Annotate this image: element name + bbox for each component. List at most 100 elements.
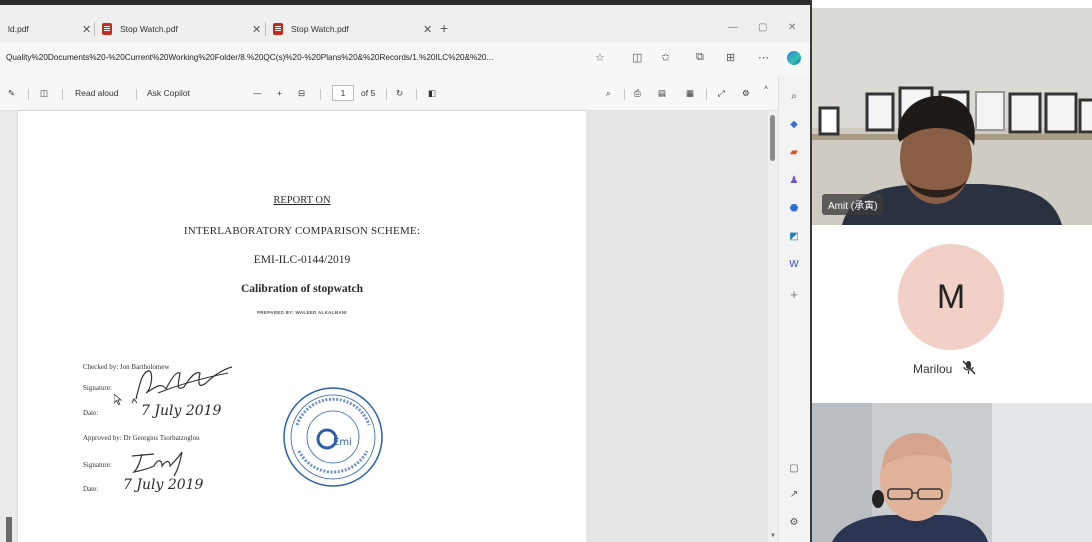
favorite-star-icon[interactable]: ☆ xyxy=(595,51,605,64)
page-number-input[interactable]: 1 xyxy=(332,85,354,101)
scrollbar-thumb[interactable] xyxy=(770,115,775,161)
fit-page-icon[interactable]: ⊟ xyxy=(298,88,305,99)
pdf-page: REPORT ON INTERLABORATORY COMPARISON SCH… xyxy=(18,111,586,542)
date-label-1: Date: xyxy=(83,409,99,417)
search-icon[interactable]: ⌕ xyxy=(606,88,611,99)
vertical-scrollbar[interactable] xyxy=(768,111,778,542)
video-tile-participant-3[interactable] xyxy=(812,403,1092,542)
participant-video-3 xyxy=(812,403,1092,542)
print-icon[interactable]: ⎙ xyxy=(634,88,641,99)
collapse-toolbar-icon[interactable]: ˄ xyxy=(764,85,768,92)
address-bar: Quality%20Documents%20-%20Current%20Work… xyxy=(0,43,810,75)
new-tab-icon[interactable]: + xyxy=(440,20,448,36)
draw-icon[interactable]: ✎ xyxy=(8,88,15,99)
page-total: of 5 xyxy=(361,88,376,98)
restore-icon[interactable]: ▢ xyxy=(758,22,767,33)
toolbar-separator xyxy=(136,89,137,100)
date-label-2: Date: xyxy=(83,485,99,493)
signature-label-1: Signature: xyxy=(83,384,112,392)
video-tile-amit[interactable]: Amit (承寅) xyxy=(812,8,1092,225)
favorites-icon[interactable]: ✩ xyxy=(661,51,670,64)
doc-title: REPORT ON xyxy=(273,195,331,206)
edge-sidebar: ⌕ ◆ ▰ ♟ ⬣ ◩ W + ▢ ↗ ⚙ xyxy=(778,75,810,542)
handwritten-date-2: 7 July 2019 xyxy=(123,477,204,493)
zoom-out-button[interactable]: — xyxy=(253,88,262,98)
browser-window: ld.pdf ✕ Stop Watch.pdf ✕ Stop Watch.pdf… xyxy=(0,0,810,542)
scroll-down-arrow-icon[interactable]: ▼ xyxy=(770,533,776,539)
tab-label: Stop Watch.pdf xyxy=(120,24,178,34)
participant-name: Marilou xyxy=(913,362,953,376)
split-screen-icon[interactable]: ◫ xyxy=(632,51,642,64)
sidebar-settings-icon[interactable]: ⚙ xyxy=(787,515,801,529)
more-icon[interactable]: ⋯ xyxy=(758,51,769,64)
copilot-icon[interactable] xyxy=(787,51,801,65)
page-view-icon[interactable]: ◫ xyxy=(40,88,48,99)
save-as-icon[interactable]: ▦ xyxy=(686,88,694,99)
signature-label-2: Signature: xyxy=(83,461,112,469)
people-icon[interactable]: ♟ xyxy=(787,173,801,187)
mouse-cursor-icon xyxy=(114,394,122,405)
pdf-page-margin xyxy=(586,111,768,542)
sidebar-handle[interactable] xyxy=(6,517,12,542)
close-icon[interactable]: ✕ xyxy=(423,23,432,36)
pdf-icon xyxy=(102,23,112,35)
pdf-toolbar: ✎ ◫ Read aloud Ask Copilot — + ⊟ 1 of 5 … xyxy=(0,75,778,111)
zoom-in-button[interactable]: + xyxy=(277,88,282,98)
settings-gear-icon[interactable]: ⚙ xyxy=(742,88,750,99)
pdf-icon xyxy=(273,23,283,35)
games-icon[interactable]: W xyxy=(787,257,801,271)
ask-copilot-button[interactable]: Ask Copilot xyxy=(147,88,190,98)
bookmark-icon[interactable]: ◆ xyxy=(787,117,801,131)
close-icon[interactable]: ✕ xyxy=(252,23,261,36)
avatar: M xyxy=(898,244,1004,350)
doc-code: EMI-ILC-0144/2019 xyxy=(253,254,351,266)
institute-seal-icon: Emi xyxy=(283,387,383,487)
toolbar-separator xyxy=(386,89,387,100)
minimize-icon[interactable]: — xyxy=(728,22,738,33)
toolbar-separator xyxy=(320,89,321,100)
pdf-viewer: REPORT ON INTERLABORATORY COMPARISON SCH… xyxy=(0,111,778,542)
doc-scheme: INTERLABORATORY COMPARISON SCHEME: xyxy=(183,225,421,237)
tab-separator xyxy=(94,22,95,36)
outlook-icon[interactable]: ◩ xyxy=(787,229,801,243)
search-icon[interactable]: ⌕ xyxy=(787,89,801,103)
tab-2[interactable]: Stop Watch.pdf ✕ xyxy=(102,19,261,39)
participant-video-1 xyxy=(812,8,1092,225)
signature-drawing-2 xyxy=(131,451,183,477)
two-page-icon[interactable]: ◧ xyxy=(428,88,436,99)
close-window-icon[interactable]: ✕ xyxy=(788,22,796,33)
mic-muted-icon xyxy=(962,360,976,375)
approved-by-line: Approved by: Dr Georgios Tsorbatzoglou xyxy=(83,434,200,442)
read-aloud-button[interactable]: Read aloud xyxy=(75,88,118,98)
doc-prepared-by: PREPARED BY: WALEED ALKALBANI xyxy=(257,310,347,315)
participant-name-label: Amit (承寅) xyxy=(822,194,884,215)
tab-separator xyxy=(265,22,266,36)
toolbar-separator xyxy=(624,89,625,100)
screen: ld.pdf ✕ Stop Watch.pdf ✕ Stop Watch.pdf… xyxy=(0,0,1092,542)
toolbar-separator xyxy=(62,89,63,100)
add-app-icon[interactable]: + xyxy=(787,287,801,302)
tab-label: ld.pdf xyxy=(8,24,29,34)
tab-bar: ld.pdf ✕ Stop Watch.pdf ✕ Stop Watch.pdf… xyxy=(0,5,810,43)
extensions-icon[interactable]: ⊞ xyxy=(726,51,735,64)
toolbar-separator xyxy=(28,89,29,100)
toolbar-separator xyxy=(706,89,707,100)
participant-tile-marilou[interactable]: M Marilou xyxy=(812,226,1092,402)
doc-subject: Calibration of stopwatch xyxy=(240,283,364,295)
rotate-icon[interactable]: ↻ xyxy=(396,88,403,99)
fullscreen-icon[interactable]: ⤢ xyxy=(718,88,725,99)
url-text[interactable]: Quality%20Documents%20-%20Current%20Work… xyxy=(6,53,586,62)
toolbar-separator xyxy=(416,89,417,100)
office-icon[interactable]: ⬣ xyxy=(787,201,801,215)
shopping-icon[interactable]: ▰ xyxy=(787,145,801,159)
tab-3-active[interactable]: Stop Watch.pdf ✕ xyxy=(273,19,432,39)
tab-label: Stop Watch.pdf xyxy=(291,24,349,34)
collections-icon[interactable]: ⧉ xyxy=(696,51,704,64)
close-icon[interactable]: ✕ xyxy=(82,23,91,36)
stamp-text: Emi xyxy=(333,437,352,448)
external-link-icon[interactable]: ↗ xyxy=(787,487,801,501)
save-icon[interactable]: ▤ xyxy=(658,88,666,99)
sidebar-layout-icon[interactable]: ▢ xyxy=(787,461,801,475)
tab-1[interactable]: ld.pdf ✕ xyxy=(8,19,91,39)
handwritten-date-1: 7 July 2019 xyxy=(141,403,222,419)
